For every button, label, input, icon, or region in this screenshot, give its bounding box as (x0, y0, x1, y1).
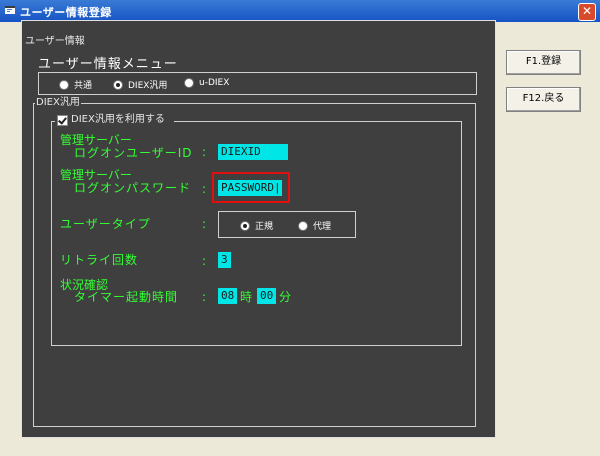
logon-password-label-line2: ログオンパスワード (74, 181, 192, 195)
menu-title: ユーザー情報メニュー (38, 57, 178, 72)
radio-proxy-dot[interactable] (298, 220, 308, 231)
radio-common[interactable]: 共通 (59, 78, 92, 91)
logon-password-label-line1: 管理サーバー (60, 168, 132, 182)
back-button[interactable]: F12.戻る (506, 87, 581, 112)
logon-user-id-input[interactable]: DIEXID (218, 144, 288, 160)
radio-regular[interactable]: 正規 (240, 219, 273, 232)
retry-count-input[interactable]: 3 (218, 252, 231, 268)
mode-radio-group (38, 72, 477, 95)
user-type-radio-group (218, 211, 356, 238)
diex-general-group-label: DIEX汎用 (35, 97, 81, 109)
hour-unit-label: 時 (240, 290, 253, 304)
logon-user-id-label-line1: 管理サーバー (60, 133, 132, 147)
user-info-group-label: ユーザー情報 (24, 36, 86, 48)
logon-user-id-colon: : (202, 145, 207, 159)
window-title: ユーザー情報登録 (20, 6, 112, 19)
password-highlight-frame (212, 172, 290, 203)
timer-minute-input[interactable]: 00 (257, 288, 276, 304)
radio-u-diex[interactable]: u-DIEX (184, 78, 229, 88)
user-type-colon: : (202, 217, 207, 231)
user-type-label: ユーザータイプ (60, 217, 151, 231)
title-bar: ユーザー情報登録 ✕ (0, 0, 600, 22)
minute-unit-label: 分 (279, 290, 292, 304)
logon-password-colon: : (202, 182, 207, 196)
radio-common-dot[interactable] (59, 79, 69, 90)
radio-regular-dot[interactable] (240, 220, 250, 231)
radio-u-diex-dot[interactable] (184, 78, 194, 88)
register-button[interactable]: F1.登録 (506, 50, 581, 75)
radio-proxy[interactable]: 代理 (298, 219, 331, 232)
radio-diex-general[interactable]: DIEX汎用 (113, 78, 167, 91)
use-diex-label: DIEX汎用を利用する (70, 114, 166, 126)
timer-colon: : (202, 290, 207, 304)
retry-count-colon: : (202, 254, 207, 268)
close-button[interactable]: ✕ (578, 3, 596, 21)
retry-count-label: リトライ回数 (60, 253, 139, 267)
timer-hour-input[interactable]: 08 (218, 288, 237, 304)
radio-diex-general-dot[interactable] (113, 79, 123, 90)
timer-label-line2: タイマー起動時間 (74, 290, 179, 304)
logon-user-id-label-line2: ログオンユーザーID (74, 146, 193, 160)
use-diex-checkbox[interactable] (57, 115, 68, 126)
app-icon (5, 6, 15, 14)
